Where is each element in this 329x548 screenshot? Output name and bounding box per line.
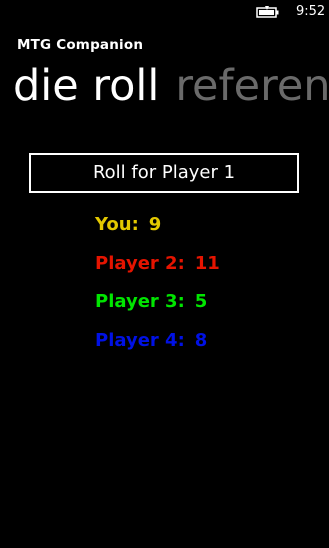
- battery-charging-icon: [256, 6, 279, 18]
- result-value: 5: [194, 291, 208, 312]
- result-label: Player 3:: [95, 291, 185, 312]
- result-value: 11: [194, 252, 220, 274]
- result-label: Player 4:: [95, 329, 185, 351]
- result-value: 8: [194, 329, 208, 351]
- roll-results: You: 9 Player 2: 11 Player 3: 5 Player 4: 8: [95, 211, 220, 365]
- result-row-player-3: Player 3: 5: [95, 288, 220, 327]
- pivot-item-reference[interactable]: reference: [175, 58, 329, 114]
- pivot-item-die-roll[interactable]: die roll: [13, 58, 159, 114]
- pivot-header: die roll reference: [13, 58, 329, 114]
- result-row-player-2: Player 2: 11: [95, 250, 220, 289]
- clock: 9:52: [296, 4, 326, 19]
- result-label: You:: [95, 214, 139, 235]
- status-bar: 9:52: [0, 0, 329, 24]
- result-row-player-4: Player 4: 8: [95, 327, 220, 366]
- result-row-you: You: 9: [95, 211, 220, 250]
- roll-for-player-button[interactable]: Roll for Player 1: [29, 153, 299, 193]
- app-title: MTG Companion: [17, 37, 144, 53]
- result-label: Player 2:: [95, 252, 185, 274]
- result-value: 9: [148, 214, 162, 235]
